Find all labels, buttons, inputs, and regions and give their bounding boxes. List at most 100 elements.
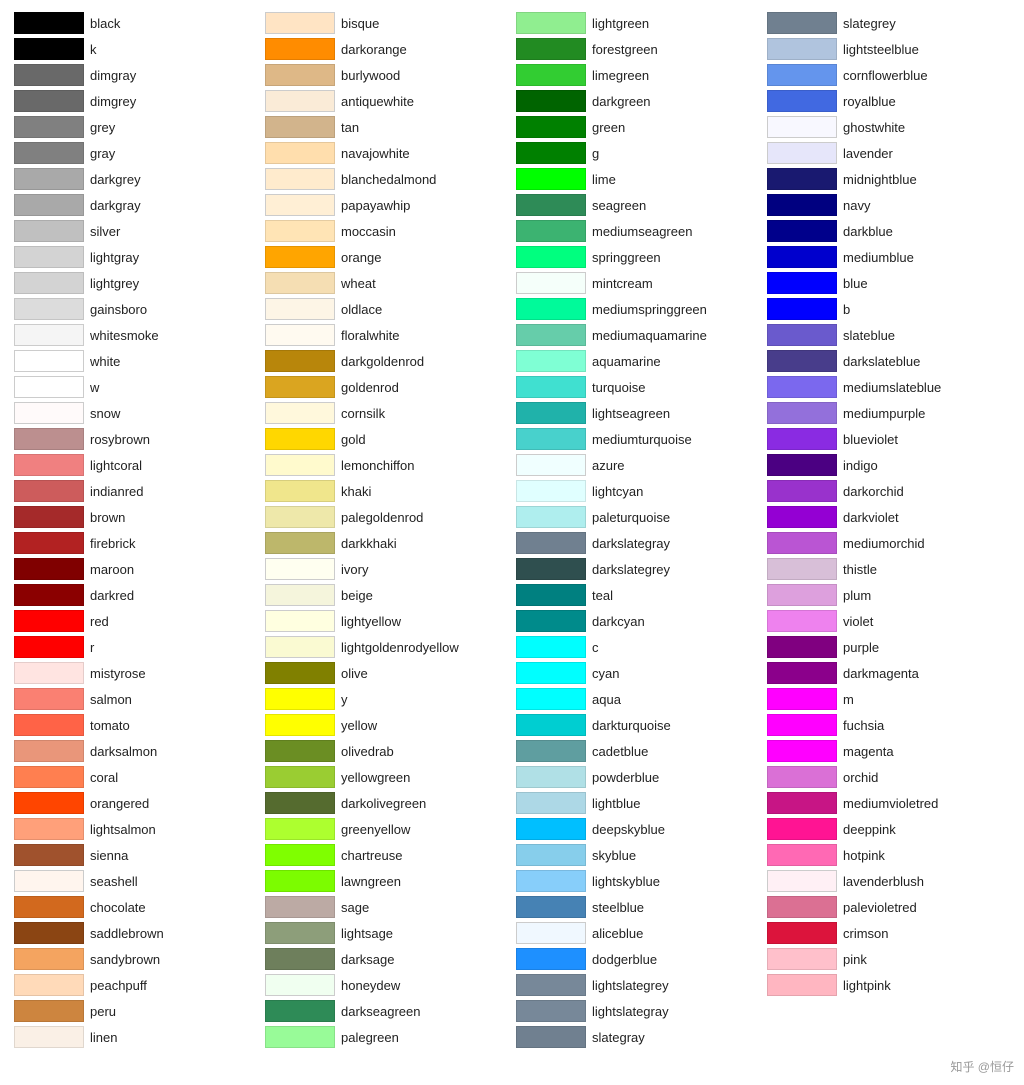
color-swatch: [265, 610, 335, 632]
color-name-label: darkorange: [341, 42, 407, 57]
color-name-label: floralwhite: [341, 328, 400, 343]
color-item: mintcream: [512, 270, 763, 296]
color-item: lightblue: [512, 790, 763, 816]
color-name-label: aqua: [592, 692, 621, 707]
color-swatch: [516, 766, 586, 788]
color-item: mediumslateblue: [763, 374, 1014, 400]
color-name-label: powderblue: [592, 770, 659, 785]
color-item: snow: [10, 400, 261, 426]
color-item: royalblue: [763, 88, 1014, 114]
color-item: mediumpurple: [763, 400, 1014, 426]
color-item: cadetblue: [512, 738, 763, 764]
color-name-label: lavender: [843, 146, 893, 161]
color-name-label: lightgoldenrodyellow: [341, 640, 459, 655]
color-swatch: [516, 298, 586, 320]
color-swatch: [767, 12, 837, 34]
color-name-label: mediumvioletred: [843, 796, 938, 811]
color-swatch: [767, 428, 837, 450]
color-name-label: azure: [592, 458, 625, 473]
color-name-label: slategray: [592, 1030, 645, 1045]
color-item: m: [763, 686, 1014, 712]
column-3: slategreylightsteelbluecornflowerblueroy…: [763, 10, 1014, 1050]
color-swatch: [14, 64, 84, 86]
color-item: burlywood: [261, 62, 512, 88]
color-swatch: [767, 844, 837, 866]
color-item: papayawhip: [261, 192, 512, 218]
color-swatch: [14, 922, 84, 944]
color-swatch: [14, 12, 84, 34]
color-item: springgreen: [512, 244, 763, 270]
color-name-label: deepskyblue: [592, 822, 665, 837]
color-item: lavenderblush: [763, 868, 1014, 894]
color-swatch: [516, 38, 586, 60]
color-swatch: [265, 948, 335, 970]
color-swatch: [265, 844, 335, 866]
color-item: sage: [261, 894, 512, 920]
color-item: darksalmon: [10, 738, 261, 764]
color-name-label: brown: [90, 510, 125, 525]
color-item: palegoldenrod: [261, 504, 512, 530]
color-swatch: [14, 610, 84, 632]
color-item: brown: [10, 504, 261, 530]
color-item: darkorange: [261, 36, 512, 62]
color-name-label: darkslategray: [592, 536, 670, 551]
color-item: lightpink: [763, 972, 1014, 998]
color-swatch: [14, 350, 84, 372]
color-name-label: orangered: [90, 796, 149, 811]
color-name-label: gold: [341, 432, 366, 447]
color-item: seagreen: [512, 192, 763, 218]
color-name-label: dimgrey: [90, 94, 136, 109]
color-name-label: darkslateblue: [843, 354, 920, 369]
color-item: peru: [10, 998, 261, 1024]
color-swatch: [265, 1026, 335, 1048]
color-item: lightskyblue: [512, 868, 763, 894]
color-swatch: [516, 818, 586, 840]
color-name-label: rosybrown: [90, 432, 150, 447]
color-name-label: navy: [843, 198, 870, 213]
color-name-label: yellow: [341, 718, 377, 733]
color-item: lemonchiffon: [261, 452, 512, 478]
color-item: mediumorchid: [763, 530, 1014, 556]
color-swatch: [265, 376, 335, 398]
color-item: lightcoral: [10, 452, 261, 478]
color-item: slateblue: [763, 322, 1014, 348]
color-swatch: [516, 844, 586, 866]
color-item: fuchsia: [763, 712, 1014, 738]
color-name-label: mediumturquoise: [592, 432, 692, 447]
color-swatch: [14, 844, 84, 866]
color-swatch: [14, 896, 84, 918]
color-item: lightsteelblue: [763, 36, 1014, 62]
color-name-label: linen: [90, 1030, 117, 1045]
color-swatch: [767, 792, 837, 814]
color-swatch: [516, 558, 586, 580]
color-swatch: [265, 480, 335, 502]
color-item: yellow: [261, 712, 512, 738]
color-item: firebrick: [10, 530, 261, 556]
color-swatch: [767, 38, 837, 60]
color-swatch: [14, 974, 84, 996]
color-item: grey: [10, 114, 261, 140]
color-item: limegreen: [512, 62, 763, 88]
color-swatch: [265, 688, 335, 710]
color-name-label: darksalmon: [90, 744, 157, 759]
color-item: forestgreen: [512, 36, 763, 62]
color-name-label: lightgrey: [90, 276, 139, 291]
color-item: violet: [763, 608, 1014, 634]
color-item: mediumturquoise: [512, 426, 763, 452]
color-swatch: [14, 246, 84, 268]
color-name-label: coral: [90, 770, 118, 785]
color-item: lightseagreen: [512, 400, 763, 426]
color-name-label: indianred: [90, 484, 144, 499]
color-item: cyan: [512, 660, 763, 686]
color-swatch: [516, 714, 586, 736]
color-item: deepskyblue: [512, 816, 763, 842]
color-swatch: [767, 324, 837, 346]
color-swatch: [14, 662, 84, 684]
color-swatch: [265, 220, 335, 242]
color-item: orangered: [10, 790, 261, 816]
color-name-label: oldlace: [341, 302, 382, 317]
color-item: magenta: [763, 738, 1014, 764]
color-swatch: [265, 194, 335, 216]
color-item: darkviolet: [763, 504, 1014, 530]
color-item: moccasin: [261, 218, 512, 244]
